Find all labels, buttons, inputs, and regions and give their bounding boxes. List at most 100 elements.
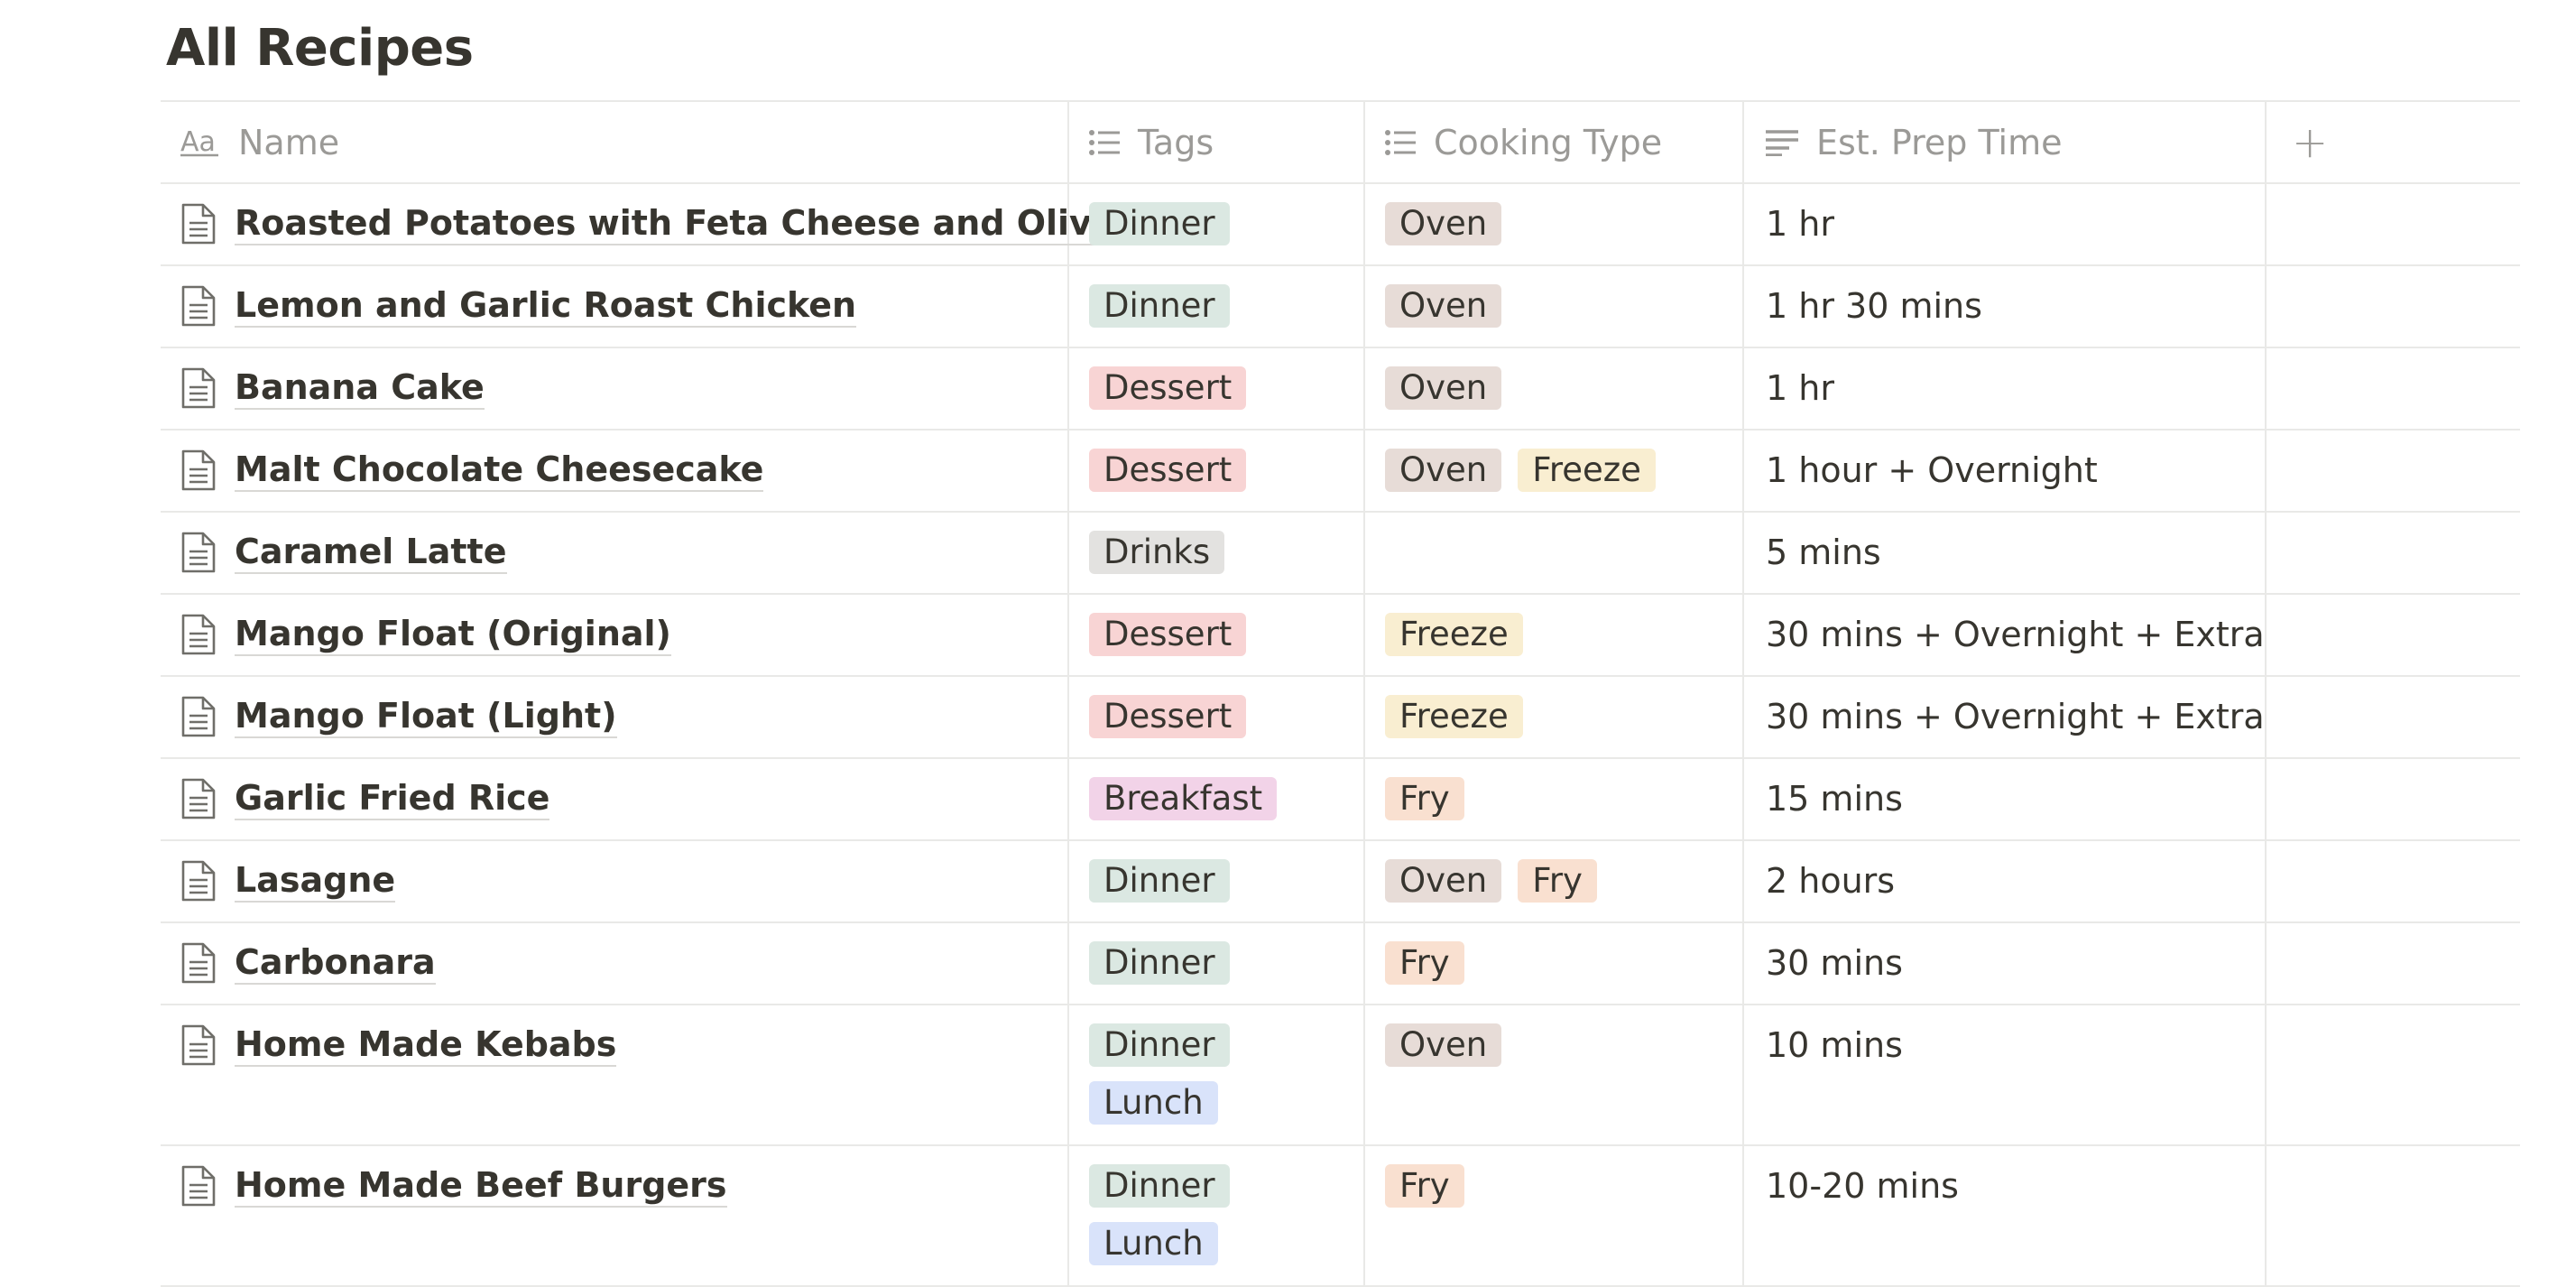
recipe-name-link[interactable]: Home Made Kebabs [235, 1023, 617, 1067]
tag-pill[interactable]: Dessert [1089, 695, 1247, 738]
prep-time-cell[interactable]: 1 hour + Overnight [1744, 431, 2267, 511]
tag-pill[interactable]: Lunch [1089, 1222, 1218, 1265]
empty-cell[interactable] [2267, 513, 2520, 593]
cooking-type-cell[interactable] [1365, 513, 1744, 593]
table-row[interactable]: Mango Float (Original) Dessert Freeze 30… [161, 595, 2520, 677]
recipe-name-link[interactable]: Mango Float (Original) [235, 613, 671, 656]
recipe-name-link[interactable]: Garlic Fried Rice [235, 777, 550, 820]
tags-cell[interactable]: Dinner [1069, 184, 1365, 264]
prep-time-cell[interactable]: 10-20 mins [1744, 1146, 2267, 1285]
tags-cell[interactable]: Dinner Lunch [1069, 1005, 1365, 1144]
table-row[interactable]: Home Made Kebabs Dinner Lunch Oven 10 min… [161, 1005, 2520, 1146]
empty-cell[interactable] [2267, 184, 2520, 264]
recipe-name-link[interactable]: Roasted Potatoes with Feta Cheese and Ol… [235, 202, 1136, 245]
prep-time-cell[interactable]: 2 hours [1744, 841, 2267, 921]
cooking-type-cell[interactable]: Oven [1365, 348, 1744, 429]
prep-time-cell[interactable]: 1 hr [1744, 184, 2267, 264]
cooking-type-cell[interactable]: Fry [1365, 1146, 1744, 1285]
tags-cell[interactable]: Dinner [1069, 266, 1365, 347]
cooking-type-pill[interactable]: Freeze [1518, 449, 1656, 492]
cooking-type-cell[interactable]: Oven [1365, 266, 1744, 347]
prep-time-cell[interactable]: 15 mins [1744, 759, 2267, 839]
cooking-type-cell[interactable]: Fry [1365, 759, 1744, 839]
cooking-type-cell[interactable]: Oven [1365, 184, 1744, 264]
cooking-type-pill[interactable]: Oven [1385, 284, 1502, 328]
prep-time-cell[interactable]: 5 mins [1744, 513, 2267, 593]
table-row[interactable]: Malt Chocolate Cheesecake Dessert Oven Fr… [161, 431, 2520, 513]
tag-pill[interactable]: Drinks [1089, 531, 1225, 574]
name-cell[interactable]: Garlic Fried Rice [161, 759, 1069, 839]
cooking-type-cell[interactable]: Freeze [1365, 595, 1744, 675]
cooking-type-pill[interactable]: Fry [1385, 777, 1464, 820]
recipe-name-link[interactable]: Carbonara [235, 941, 436, 985]
tags-cell[interactable]: Dinner [1069, 923, 1365, 1004]
cooking-type-cell[interactable]: Oven Freeze [1365, 431, 1744, 511]
cooking-type-pill[interactable]: Freeze [1385, 695, 1523, 738]
prep-time-cell[interactable]: 1 hr 30 mins [1744, 266, 2267, 347]
table-row[interactable]: Garlic Fried Rice Breakfast Fry 15 mins [161, 759, 2520, 841]
table-row[interactable]: Caramel Latte Drinks 5 mins [161, 513, 2520, 595]
name-cell[interactable]: Mango Float (Original) [161, 595, 1069, 675]
table-row[interactable]: Carbonara Dinner Fry 30 mins [161, 923, 2520, 1005]
tag-pill[interactable]: Dinner [1089, 1164, 1230, 1208]
cooking-type-pill[interactable]: Oven [1385, 449, 1502, 492]
prep-time-cell[interactable]: 10 mins [1744, 1005, 2267, 1144]
empty-cell[interactable] [2267, 431, 2520, 511]
recipe-name-link[interactable]: Caramel Latte [235, 531, 507, 574]
name-cell[interactable]: Lemon and Garlic Roast Chicken [161, 266, 1069, 347]
name-cell[interactable]: Home Made Beef Burgers [161, 1146, 1069, 1285]
tag-pill[interactable]: Breakfast [1089, 777, 1278, 820]
recipe-name-link[interactable]: Mango Float (Light) [235, 695, 617, 738]
cooking-type-pill[interactable]: Fry [1385, 1164, 1464, 1208]
name-cell[interactable]: Lasagne [161, 841, 1069, 921]
tag-pill[interactable]: Dessert [1089, 449, 1247, 492]
table-row[interactable]: Home Made Beef Burgers Dinner Lunch Fry 1… [161, 1146, 2520, 1287]
tag-pill[interactable]: Lunch [1089, 1081, 1218, 1125]
tags-cell[interactable]: Dessert [1069, 677, 1365, 757]
tags-cell[interactable]: Dessert [1069, 595, 1365, 675]
cooking-type-cell[interactable]: Freeze [1365, 677, 1744, 757]
tag-pill[interactable]: Dinner [1089, 1023, 1230, 1067]
tag-pill[interactable]: Dinner [1089, 284, 1230, 328]
tag-pill[interactable]: Dinner [1089, 859, 1230, 903]
add-property-button[interactable]: + [2267, 117, 2328, 168]
recipe-name-link[interactable]: Lasagne [235, 859, 396, 903]
cooking-type-pill[interactable]: Oven [1385, 859, 1502, 903]
cooking-type-pill[interactable]: Freeze [1385, 613, 1523, 656]
cooking-type-pill[interactable]: Oven [1385, 1023, 1502, 1067]
tag-pill[interactable]: Dinner [1089, 941, 1230, 985]
table-row[interactable]: Lemon and Garlic Roast Chicken Dinner Ov… [161, 266, 2520, 348]
table-row[interactable]: Mango Float (Light) Dessert Freeze 30 mi… [161, 677, 2520, 759]
empty-cell[interactable] [2267, 923, 2520, 1004]
name-cell[interactable]: Carbonara [161, 923, 1069, 1004]
prep-time-cell[interactable]: 30 mins [1744, 923, 2267, 1004]
cooking-type-pill[interactable]: Oven [1385, 366, 1502, 410]
column-header-name[interactable]: Aa Name [161, 102, 1069, 182]
tags-cell[interactable]: Breakfast [1069, 759, 1365, 839]
name-cell[interactable]: Home Made Kebabs [161, 1005, 1069, 1144]
cooking-type-cell[interactable]: Fry [1365, 923, 1744, 1004]
recipe-name-link[interactable]: Home Made Beef Burgers [235, 1164, 727, 1208]
recipe-name-link[interactable]: Lemon and Garlic Roast Chicken [235, 284, 857, 328]
tags-cell[interactable]: Drinks [1069, 513, 1365, 593]
name-cell[interactable]: Banana Cake [161, 348, 1069, 429]
prep-time-cell[interactable]: 30 mins + Overnight + Extra [1744, 677, 2267, 757]
cooking-type-cell[interactable]: Oven Fry [1365, 841, 1744, 921]
name-cell[interactable]: Malt Chocolate Cheesecake [161, 431, 1069, 511]
prep-time-cell[interactable]: 30 mins + Overnight + Extra [1744, 595, 2267, 675]
empty-cell[interactable] [2267, 677, 2520, 757]
tag-pill[interactable]: Dinner [1089, 202, 1230, 245]
table-row[interactable]: Lasagne Dinner Oven Fry 2 hours [161, 841, 2520, 923]
empty-cell[interactable] [2267, 266, 2520, 347]
empty-cell[interactable] [2267, 1005, 2520, 1144]
table-row[interactable]: Roasted Potatoes with Feta Cheese and Ol… [161, 184, 2520, 266]
name-cell[interactable]: Caramel Latte [161, 513, 1069, 593]
empty-cell[interactable] [2267, 348, 2520, 429]
column-header-prep-time[interactable]: Est. Prep Time [1744, 102, 2267, 182]
tags-cell[interactable]: Dessert [1069, 431, 1365, 511]
column-header-cooking-type[interactable]: Cooking Type [1365, 102, 1744, 182]
column-header-tags[interactable]: Tags [1069, 102, 1365, 182]
tags-cell[interactable]: Dinner [1069, 841, 1365, 921]
cooking-type-cell[interactable]: Oven [1365, 1005, 1744, 1144]
empty-cell[interactable] [2267, 595, 2520, 675]
